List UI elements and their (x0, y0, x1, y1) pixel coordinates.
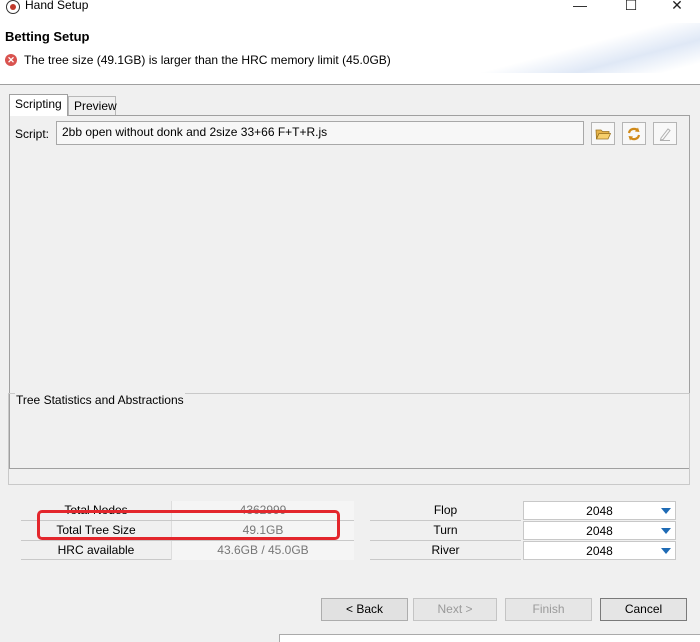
app-icon (6, 0, 20, 14)
error-message: The tree size (49.1GB) is larger than th… (24, 53, 391, 67)
turn-label: Turn (433, 523, 458, 537)
hrc-available-value: 43.6GB / 45.0GB (171, 541, 354, 560)
next-button[interactable]: Next > (413, 598, 497, 621)
edit-icon (659, 127, 671, 141)
chevron-down-icon (661, 508, 671, 514)
river-dropdown[interactable]: 2048 (523, 541, 676, 560)
open-script-button[interactable] (591, 122, 615, 145)
chevron-down-icon (661, 548, 671, 554)
turn-dropdown-value: 2048 (586, 524, 613, 538)
reload-icon (627, 127, 641, 140)
background-window-edge (279, 634, 700, 642)
finish-button[interactable]: Finish (505, 598, 592, 621)
page-title: Betting Setup (5, 29, 90, 44)
cancel-button[interactable]: Cancel (600, 598, 687, 621)
flop-label: Flop (433, 503, 458, 517)
back-button[interactable]: < Back (321, 598, 408, 621)
minimize-button[interactable]: — (565, 0, 595, 13)
chevron-down-icon (661, 528, 671, 534)
error-icon: ✕ (5, 54, 17, 66)
tree-statistics-title: Tree Statistics and Abstractions (15, 393, 185, 407)
river-dropdown-value: 2048 (586, 544, 613, 558)
window-title: Hand Setup (25, 0, 89, 12)
close-button[interactable]: ✕ (662, 0, 692, 14)
highlight-annotation (37, 510, 340, 540)
flop-dropdown-value: 2048 (586, 504, 613, 518)
maximize-button[interactable]: ☐ (616, 0, 646, 14)
tab-preview[interactable]: Preview (68, 96, 117, 116)
hrc-available-label: HRC available (57, 543, 135, 557)
script-field[interactable]: 2bb open without donk and 2size 33+66 F+… (56, 121, 584, 145)
flop-dropdown[interactable]: 2048 (523, 501, 676, 520)
tab-scripting[interactable]: Scripting (9, 94, 68, 116)
turn-dropdown[interactable]: 2048 (523, 521, 676, 540)
edit-script-button[interactable] (653, 122, 677, 145)
title-bar: Hand Setup — ☐ ✕ (0, 0, 700, 14)
script-label: Script: (15, 127, 50, 141)
open-folder-icon (595, 129, 611, 139)
reload-script-button[interactable] (622, 122, 646, 145)
wizard-header: Betting Setup ✕ The tree size (49.1GB) i… (0, 23, 700, 73)
river-label: River (431, 543, 460, 557)
